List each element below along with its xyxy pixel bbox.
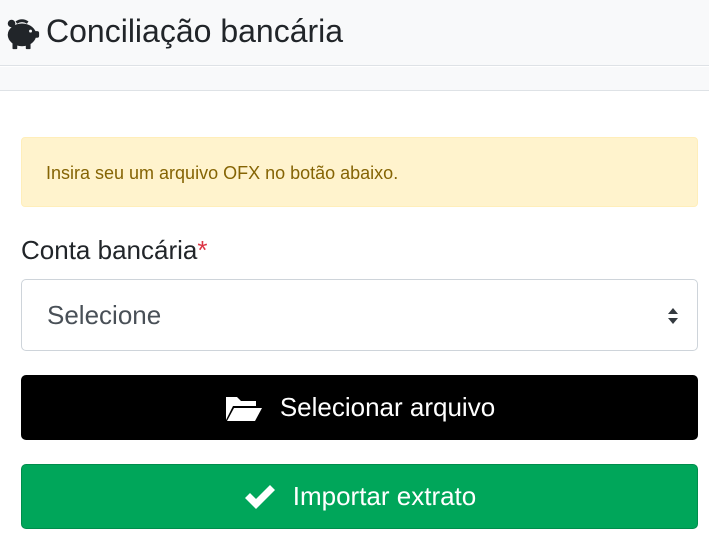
- check-icon: [243, 483, 277, 511]
- info-alert: Insira seu um arquivo OFX no botão abaix…: [21, 137, 698, 207]
- select-caret-icon: [668, 308, 678, 324]
- account-label: Conta bancária*: [21, 234, 207, 266]
- import-statement-label: Importar extrato: [292, 481, 477, 511]
- select-file-button[interactable]: Selecionar arquivo: [21, 375, 698, 440]
- account-select-value: Selecione: [47, 300, 162, 330]
- account-select[interactable]: Selecione: [21, 279, 698, 351]
- import-statement-button[interactable]: Importar extrato: [21, 464, 698, 529]
- page-header: Conciliação bancária: [0, 0, 709, 66]
- account-label-text: Conta bancária: [21, 235, 198, 265]
- required-mark: *: [197, 235, 208, 265]
- header-subbar: [0, 67, 709, 91]
- folder-open-icon: [224, 393, 264, 423]
- select-file-label: Selecionar arquivo: [279, 392, 496, 422]
- piggy-bank-icon: [7, 19, 40, 50]
- page-title: Conciliação bancária: [46, 13, 344, 49]
